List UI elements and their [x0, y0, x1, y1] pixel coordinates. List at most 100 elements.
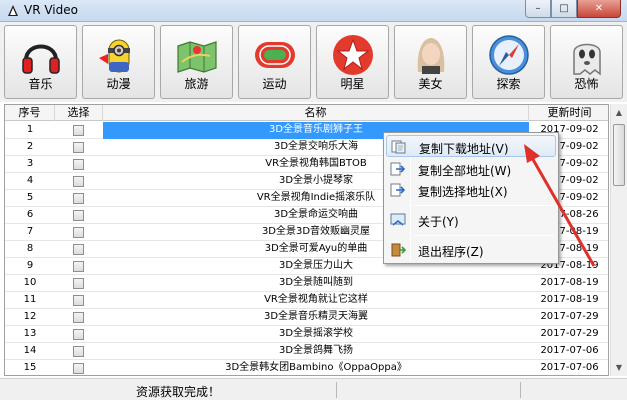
category-label: 探索 — [496, 77, 521, 91]
status-text: 资源获取完成！ — [136, 385, 221, 399]
row-checkbox[interactable] — [73, 363, 84, 374]
girl-icon — [417, 38, 444, 74]
row-index: 13 — [23, 328, 37, 339]
category-label: 运动 — [262, 77, 287, 91]
track-icon — [254, 42, 295, 68]
menu-item-copy-all[interactable]: 复制全部地址(W) — [386, 158, 556, 180]
category-toolbar: 音乐 动漫 旅游 运动 明星 美女 探索 恐怖 — [0, 22, 627, 102]
window-title: VR Video — [24, 3, 78, 17]
minion-icon — [98, 39, 130, 73]
row-checkbox[interactable] — [73, 329, 84, 340]
table-row[interactable]: 12 3D全景音乐精灵天海翼 2017-07-29 — [5, 309, 608, 326]
menu-item-exit[interactable]: 退出程序(Z) — [386, 239, 556, 261]
row-checkbox[interactable] — [73, 159, 84, 170]
row-checkbox[interactable] — [73, 346, 84, 357]
headphones-icon — [21, 44, 60, 74]
row-index: 10 — [23, 277, 37, 288]
row-checkbox[interactable] — [73, 312, 84, 323]
vertical-scrollbar[interactable]: ▲ ▼ — [610, 104, 627, 376]
window-controls: – □ ✕ — [525, 0, 621, 18]
row-index: 4 — [26, 175, 34, 186]
menu-item-about[interactable]: 关于(Y) — [386, 209, 556, 231]
menu-separator — [414, 235, 554, 236]
context-menu: 复制下载地址(V) 复制全部地址(W) 复制选择地址(X) 关于(Y) 退出程序… — [383, 132, 559, 264]
row-index: 14 — [23, 345, 37, 356]
category-button-explore[interactable]: 探索 — [472, 25, 545, 99]
menu-item-label: 退出程序(Z) — [418, 245, 484, 259]
menu-item-copy-selected[interactable]: 复制选择地址(X) — [386, 179, 556, 201]
row-updated: 2017-08-19 — [540, 277, 599, 288]
title-bar: VR Video – □ ✕ — [0, 0, 627, 22]
header-index[interactable]: 序号 — [5, 105, 55, 121]
row-index: 7 — [26, 226, 34, 237]
row-index: 15 — [23, 362, 37, 373]
header-name[interactable]: 名称 — [103, 105, 529, 121]
category-button-music[interactable]: 音乐 — [4, 25, 77, 99]
row-updated: 2017-08-19 — [540, 294, 599, 305]
row-name: 3D全景随叫随到 — [278, 277, 354, 288]
app-icon — [8, 5, 18, 16]
row-index: 8 — [26, 243, 34, 254]
row-checkbox[interactable] — [73, 295, 84, 306]
status-bar: 资源获取完成！ — [0, 378, 627, 400]
table-row[interactable]: 10 3D全景随叫随到 2017-08-19 — [5, 275, 608, 292]
scroll-thumb[interactable] — [613, 124, 625, 186]
row-index: 12 — [23, 311, 37, 322]
about-icon — [390, 213, 406, 226]
minimize-button[interactable]: – — [525, 0, 551, 18]
row-checkbox[interactable] — [73, 176, 84, 187]
maximize-button[interactable]: □ — [551, 0, 577, 18]
row-updated: 2017-07-06 — [540, 345, 599, 356]
scroll-up-icon[interactable]: ▲ — [611, 104, 627, 121]
exit-icon — [391, 243, 406, 257]
row-index: 9 — [26, 260, 34, 271]
row-checkbox[interactable] — [73, 261, 84, 272]
status-divider — [520, 382, 521, 398]
copy-selected-icon — [390, 183, 406, 197]
row-checkbox[interactable] — [73, 244, 84, 255]
row-updated: 2017-07-06 — [540, 362, 599, 373]
row-checkbox[interactable] — [73, 193, 84, 204]
row-checkbox[interactable] — [73, 125, 84, 136]
row-index: 3 — [26, 158, 34, 169]
row-updated: 2017-07-29 — [540, 328, 599, 339]
row-index: 11 — [23, 294, 37, 305]
category-button-beauty[interactable]: 美女 — [394, 25, 467, 99]
table-row[interactable]: 13 3D全景摇滚学校 2017-07-29 — [5, 326, 608, 343]
table-row[interactable]: 14 3D全景鸽舞飞扬 2017-07-06 — [5, 343, 608, 360]
row-index: 1 — [26, 124, 34, 135]
header-updated[interactable]: 更新时间 — [529, 105, 608, 121]
status-divider — [336, 382, 337, 398]
star-icon — [332, 35, 373, 75]
header-select[interactable]: 选择 — [55, 105, 103, 121]
category-label: 美女 — [418, 77, 443, 91]
category-button-stars[interactable]: 明星 — [316, 25, 389, 99]
map-icon — [176, 41, 217, 73]
copy-all-icon — [390, 162, 406, 176]
row-index: 5 — [26, 192, 34, 203]
category-button-travel[interactable]: 旅游 — [160, 25, 233, 99]
row-checkbox[interactable] — [73, 142, 84, 153]
table-header: 序号 选择 名称 更新时间 — [5, 105, 608, 121]
table-row[interactable]: 11 VR全景视角就让它这样 2017-08-19 — [5, 292, 608, 309]
menu-item-label: 复制全部地址(W) — [418, 164, 512, 178]
row-checkbox[interactable] — [73, 278, 84, 289]
category-label: 旅游 — [184, 77, 209, 91]
table-row[interactable]: 15 3D全景韩女团Bambino《OppaOppa》 2017-07-06 — [5, 360, 608, 375]
close-button[interactable]: ✕ — [577, 0, 621, 18]
row-name: 3D全景韩女团Bambino《OppaOppa》 — [225, 362, 407, 373]
compass-icon — [488, 35, 529, 75]
row-name: 3D全景音乐精灵天海翼 — [263, 311, 369, 322]
menu-item-label: 关于(Y) — [418, 215, 459, 229]
row-checkbox[interactable] — [73, 210, 84, 221]
category-button-horror[interactable]: 恐怖 — [550, 25, 623, 99]
row-checkbox[interactable] — [73, 227, 84, 238]
row-name: VR全景视角就让它这样 — [264, 294, 368, 305]
category-button-sports[interactable]: 运动 — [238, 25, 311, 99]
copy-link-icon — [391, 140, 406, 154]
menu-item-label: 复制下载地址(V) — [419, 142, 509, 156]
row-name: 3D全景摇滚学校 — [278, 328, 354, 339]
menu-item-copy-download-url[interactable]: 复制下载地址(V) — [386, 135, 556, 157]
category-button-anime[interactable]: 动漫 — [82, 25, 155, 99]
scroll-down-icon[interactable]: ▼ — [611, 359, 627, 376]
